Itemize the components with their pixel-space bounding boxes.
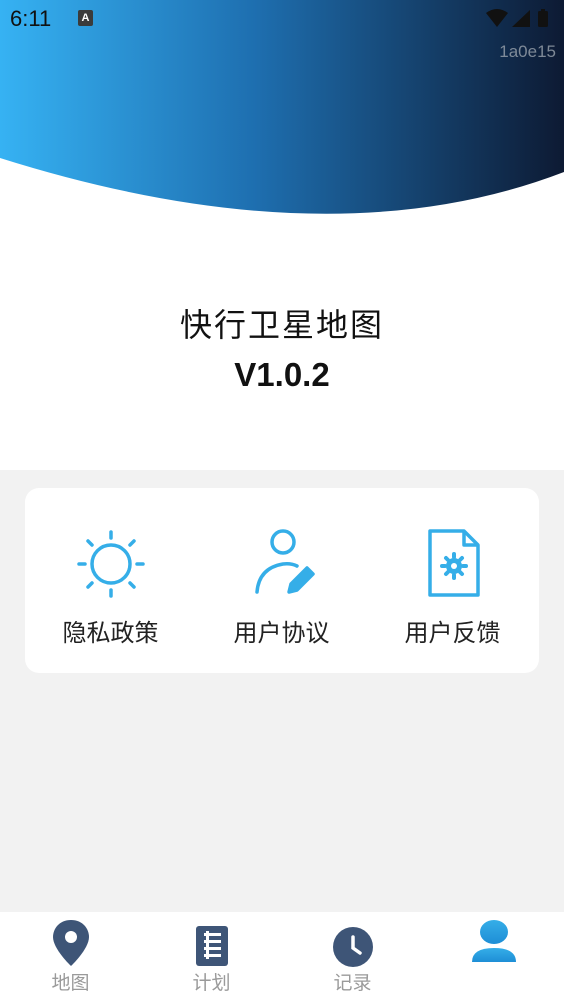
nav-map[interactable]: 地图 — [0, 912, 141, 1002]
person-icon — [469, 918, 519, 968]
menu-card: 隐私政策 用户协议 用户反馈 — [25, 488, 539, 673]
status-time: 6:11 — [10, 6, 52, 31]
bottom-nav: 地图 计划 记录 我的 — [0, 912, 564, 1002]
header-area: 6:11 A 1a0e15 快行卫星地图 V1.0.2 — [0, 0, 564, 470]
nav-profile-label: 我的 — [474, 972, 513, 994]
status-icons — [484, 8, 554, 34]
wifi-icon — [486, 9, 508, 27]
signal-icon — [512, 10, 530, 27]
battery-icon — [538, 11, 548, 27]
nav-profile[interactable]: 我的 — [423, 912, 564, 1002]
sun-icon — [76, 528, 146, 598]
nav-map-label: 地图 — [51, 972, 90, 994]
document-gear-icon — [418, 528, 488, 598]
clock-icon — [328, 918, 378, 968]
user-edit-icon — [247, 528, 317, 598]
user-agreement-label: 用户协议 — [233, 619, 330, 647]
nav-plan[interactable]: 计划 — [141, 912, 282, 1002]
nav-plan-label: 计划 — [192, 972, 231, 994]
user-feedback-label: 用户反馈 — [404, 619, 501, 647]
notification-icon: A — [78, 10, 93, 26]
app-version: V1.0.2 — [234, 356, 330, 393]
nav-records-label: 记录 — [333, 972, 372, 994]
status-bar: 6:11 A — [0, 0, 564, 40]
user-agreement-item[interactable]: 用户协议 — [196, 488, 367, 673]
app-name: 快行卫星地图 — [179, 306, 384, 344]
list-icon — [187, 918, 237, 968]
user-feedback-item[interactable]: 用户反馈 — [367, 488, 538, 673]
privacy-policy-label: 隐私政策 — [62, 619, 159, 647]
privacy-policy-item[interactable]: 隐私政策 — [25, 488, 196, 673]
nav-records[interactable]: 记录 — [282, 912, 423, 1002]
map-pin-icon — [46, 918, 96, 968]
build-tag: 1a0e15 — [499, 42, 556, 61]
